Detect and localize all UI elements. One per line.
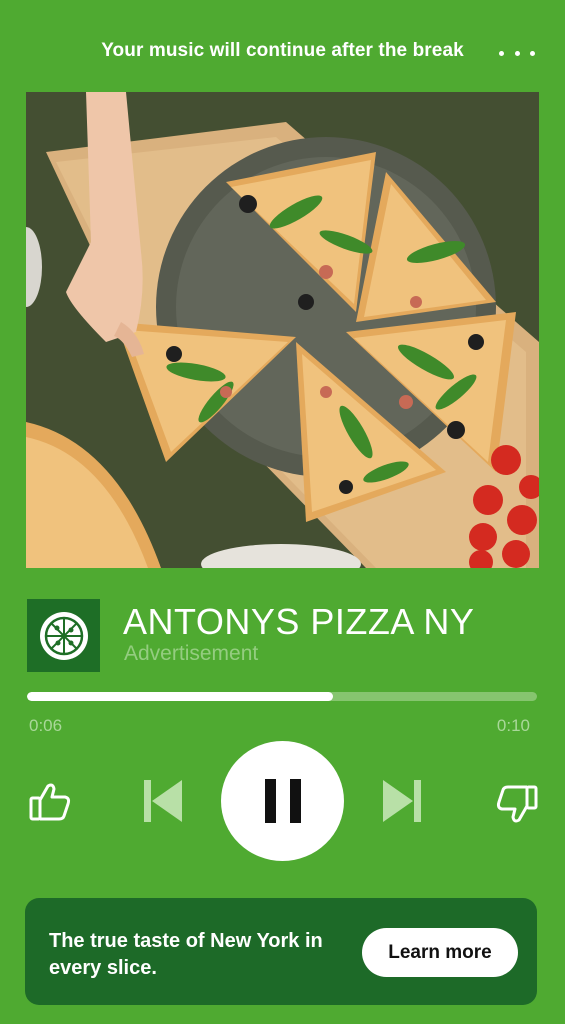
pause-icon [264, 779, 301, 823]
elapsed-time: 0:06 [29, 716, 63, 735]
dot [514, 50, 520, 56]
learn-more-button[interactable]: Learn more [362, 928, 518, 977]
dot [530, 50, 535, 56]
progress-fill [27, 692, 333, 701]
cta-tagline: The true taste of New York in every slic… [49, 930, 323, 979]
skip-previous-icon [144, 780, 182, 822]
dot [499, 50, 504, 56]
progress-bar [27, 692, 537, 701]
pause-button[interactable] [221, 741, 344, 861]
thumbs-up-icon [29, 783, 71, 821]
ad-title: ANTONYS PIZZA NY [123, 601, 475, 642]
break-message: Your music will continue after the break [101, 40, 464, 61]
previous-button[interactable] [142, 777, 184, 825]
skip-next-icon [383, 780, 421, 822]
total-time: 0:10 [496, 716, 530, 735]
next-button[interactable] [381, 777, 423, 825]
more-options-icon[interactable] [499, 46, 535, 60]
ad-cta-card: The true taste of New York in every slic… [25, 898, 537, 1005]
advertiser-logo [27, 599, 100, 672]
top-bar: Your music will continue after the break [0, 0, 565, 92]
ad-artwork-image[interactable] [26, 92, 539, 568]
like-button[interactable] [28, 780, 72, 824]
pizza-photo [26, 92, 539, 568]
dislike-button[interactable] [495, 782, 539, 826]
pizza-logo-icon [39, 611, 88, 660]
thumbs-down-icon [496, 785, 538, 823]
ad-label: Advertisement [124, 642, 259, 665]
